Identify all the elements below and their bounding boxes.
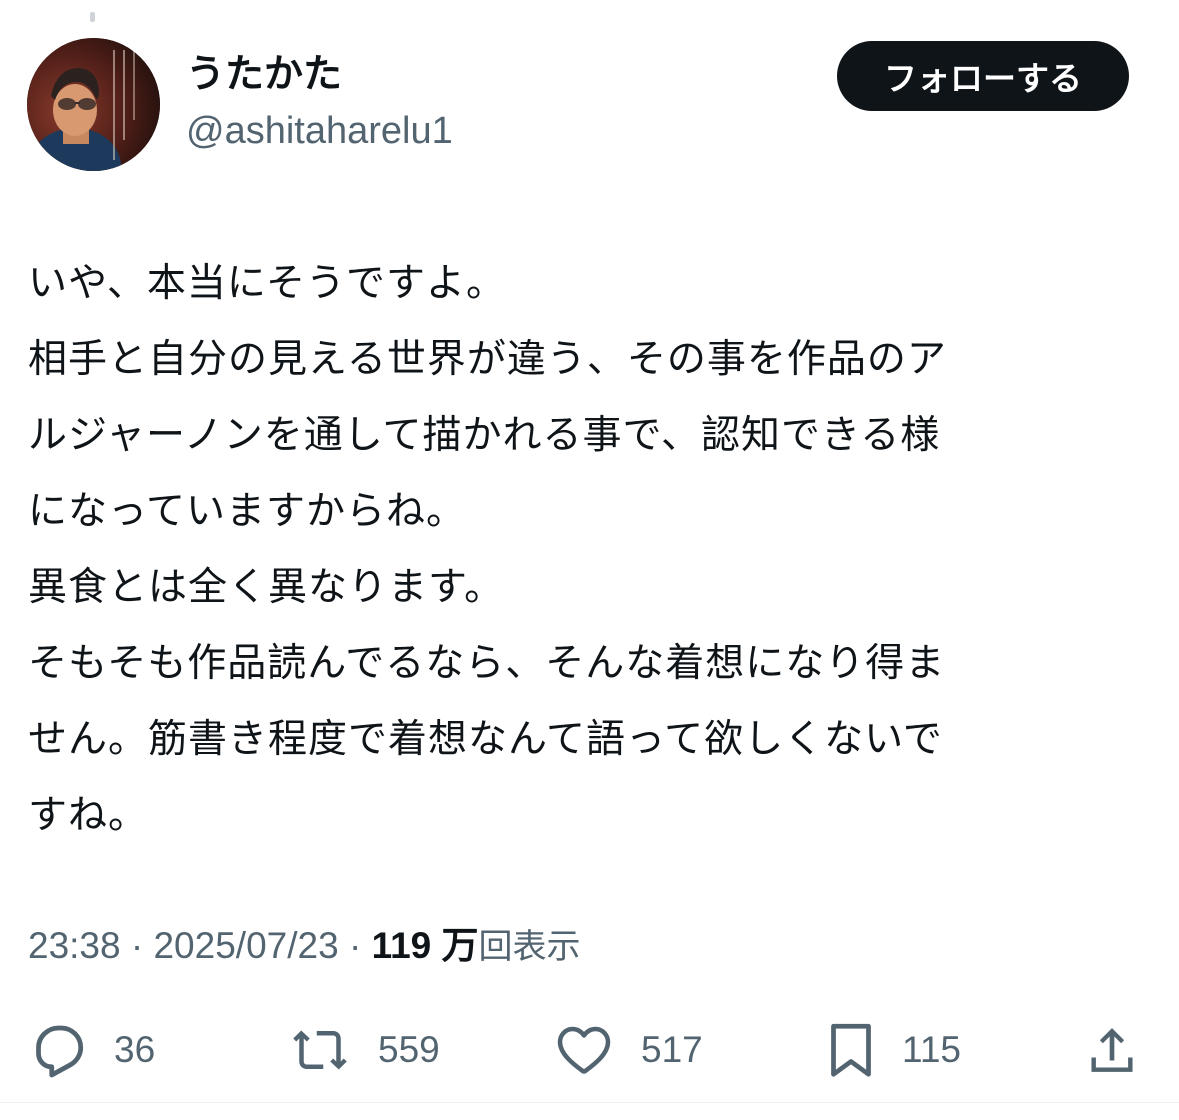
avatar-image [27, 38, 160, 171]
repost-arrows-icon [293, 1030, 347, 1070]
divider [0, 1102, 1179, 1103]
tweet-text: いや、本当にそうですよ。 相手と自分の見える世界が違う、その事を作品のア ルジャ… [28, 246, 1153, 854]
bookmark-count: 115 [902, 1029, 961, 1070]
tweet-line: すね。 [28, 793, 149, 838]
repost-button[interactable]: 559 [288, 1015, 440, 1085]
tweet-line: いや、本当にそうですよ。 [28, 261, 507, 306]
action-bar: 36 559 517 115 [0, 1015, 1179, 1085]
status-indicator [90, 12, 95, 22]
views-label: 回表示 [478, 927, 581, 967]
tweet-line: せん。筋書き程度で着想なんて語って欲しくないで [28, 717, 943, 762]
repost-count: 559 [378, 1029, 440, 1070]
tweet-time[interactable]: 23:38 [28, 925, 121, 966]
meta-separator: · [130, 925, 144, 966]
tweet-line: そもそも作品読んでるなら、そんな着想になり得ま [28, 641, 946, 686]
bookmark-button[interactable]: 115 [826, 1015, 961, 1085]
speech-bubble-icon [36, 1025, 84, 1078]
meta-separator: · [348, 925, 362, 966]
tweet-metadata: 23:38 · 2025/07/23 · 119 万回表示 [28, 920, 581, 973]
user-handle[interactable]: @ashitaharelu1 [186, 107, 453, 155]
like-button[interactable]: 517 [553, 1015, 703, 1085]
like-count: 517 [641, 1029, 703, 1070]
follow-button[interactable]: フォローする [837, 41, 1129, 111]
tweet-line: 相手と自分の見える世界が違う、その事を作品のア [28, 337, 947, 382]
views-count[interactable]: 119 万 [372, 925, 479, 966]
reply-count: 36 [114, 1029, 156, 1070]
tweet-line: 異食とは全く異なります。 [28, 565, 505, 610]
share-button[interactable] [1084, 1015, 1140, 1085]
tweet-date[interactable]: 2025/07/23 [153, 925, 338, 966]
heart-icon [557, 1026, 611, 1074]
reply-button[interactable]: 36 [28, 1015, 155, 1085]
bookmark-icon [831, 1023, 871, 1077]
tweet-line: ルジャーノンを通して描かれる事で、認知できる様 [28, 413, 941, 458]
display-name[interactable]: うたかた [186, 50, 342, 100]
avatar[interactable] [27, 38, 160, 171]
share-upload-icon [1091, 1028, 1133, 1072]
tweet-line: になっていますからね。 [28, 489, 467, 534]
